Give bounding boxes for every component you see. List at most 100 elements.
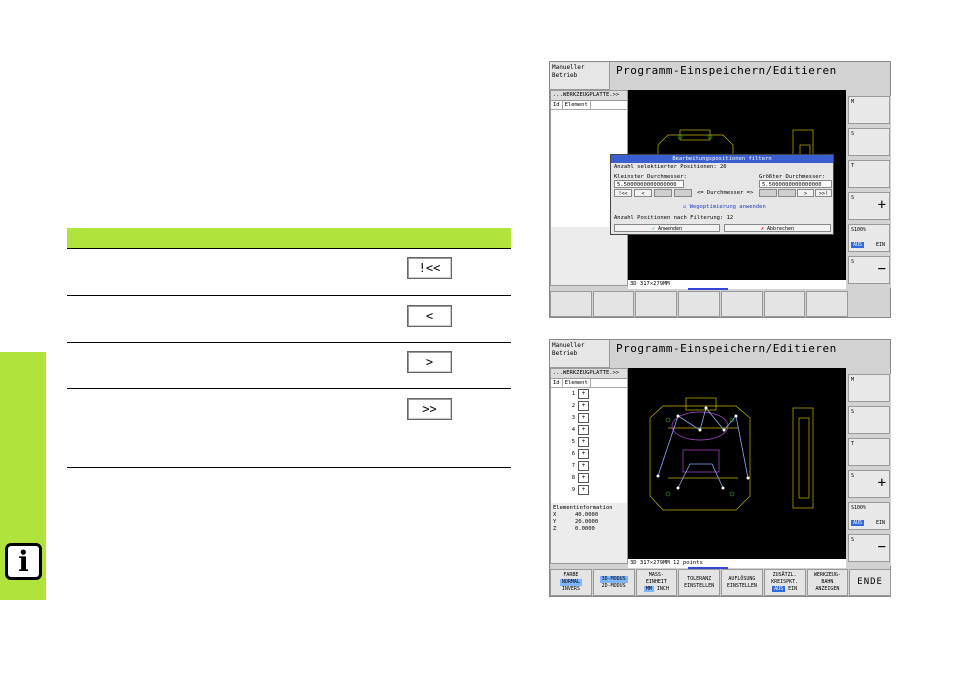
softkey-mass-einheit[interactable]: MASS- EINHEIT MM INCH bbox=[635, 569, 678, 596]
right-softkeys: M S T S + S100% AUS EIN S − bbox=[847, 374, 891, 566]
list-item[interactable]: 9 + bbox=[551, 484, 627, 496]
bottom-softkeys: FARBE NORMAL INVERS 3D-MODUS 2D-MODUS MASS-… bbox=[550, 569, 891, 596]
softkey-aufloesung[interactable]: AUFLÖSUNG EINSTELLEN bbox=[721, 569, 763, 596]
expand-icon: + bbox=[578, 449, 589, 459]
list-item[interactable]: 3 + bbox=[551, 412, 627, 424]
check-icon: ☑ bbox=[683, 204, 690, 210]
drawing-svg bbox=[649, 397, 814, 511]
list-item[interactable]: 1 + bbox=[551, 388, 627, 400]
cancel-button[interactable]: ✗ Abbrechen bbox=[724, 224, 831, 232]
dialog-title: Bearbeitungspositionen filtern bbox=[611, 155, 833, 163]
col-id: Id bbox=[551, 101, 563, 109]
softkey-empty-1[interactable] bbox=[550, 291, 592, 317]
softkey-ende[interactable]: ENDE bbox=[849, 569, 891, 596]
mode-label: Manueller Betrieb bbox=[550, 340, 610, 368]
col-id: Id bbox=[551, 379, 563, 387]
softkey-empty-5[interactable] bbox=[720, 291, 763, 317]
list-item[interactable]: 4 + bbox=[551, 424, 627, 436]
max-prev-button[interactable] bbox=[778, 189, 796, 197]
status-bar: 3D 317×279MM bbox=[628, 280, 846, 289]
filtered-count-label: Anzahl Positionen nach Filterung: 12 bbox=[614, 215, 734, 221]
softkey-farbe[interactable]: FARBE NORMAL INVERS bbox=[550, 569, 592, 596]
softkey-empty-2[interactable] bbox=[592, 291, 635, 317]
softkey-s-plus[interactable]: S + bbox=[848, 470, 890, 498]
expand-icon: + bbox=[578, 389, 589, 399]
diameter-label: <= Durchmesser => bbox=[697, 190, 754, 196]
softkey-mode[interactable]: 3D-MODUS 2D-MODUS bbox=[592, 569, 635, 596]
table-header bbox=[67, 228, 511, 248]
softkey-empty-7[interactable] bbox=[806, 291, 849, 317]
softkey-s-minus[interactable]: S − bbox=[848, 534, 890, 562]
softkey-s100[interactable]: S100% AUS EIN bbox=[848, 224, 890, 252]
min-first-button[interactable]: !<< bbox=[614, 189, 632, 197]
col-element: Element bbox=[563, 379, 591, 387]
tree-rows: 1 + 2 + 3 + 4 + 5 + 6 + 7 + 8 + 9 + bbox=[551, 388, 627, 496]
expand-icon: + bbox=[578, 437, 589, 447]
max-last-button[interactable]: >>! bbox=[815, 189, 832, 197]
softkey-t[interactable]: T bbox=[848, 160, 890, 188]
info-row: Y 20.0000 bbox=[553, 519, 599, 525]
info-title: Elementinformation bbox=[553, 505, 613, 511]
status-bar: 3D 317×279MM 12 points bbox=[628, 559, 846, 568]
list-item[interactable]: 8 + bbox=[551, 472, 627, 484]
element-tree[interactable]: ...WERKZEUGPLATTE.>> Id Element 1 + 2 + 3 + … bbox=[550, 368, 628, 564]
softkey-toleranz[interactable]: TOLERANZ EINSTELLEN bbox=[678, 569, 720, 596]
min-next-button[interactable] bbox=[654, 189, 672, 197]
next-position-button[interactable]: > bbox=[407, 351, 452, 373]
softkey-s-minus[interactable]: S − bbox=[848, 256, 890, 284]
expand-icon: + bbox=[578, 401, 589, 411]
softkey-empty-6[interactable] bbox=[763, 291, 806, 317]
max-diameter-field[interactable]: 5.5000000000000000 bbox=[759, 180, 832, 188]
softkey-kreispunkt[interactable]: ZUSÄTZL. KREISPKT. AUS EIN bbox=[763, 569, 806, 596]
row-divider bbox=[67, 388, 511, 389]
previous-position-button[interactable]: < bbox=[407, 305, 452, 327]
mode-label: Manueller Betrieb bbox=[550, 62, 610, 90]
list-item[interactable]: 7 + bbox=[551, 460, 627, 472]
softkey-m[interactable]: M bbox=[848, 96, 890, 124]
row-divider bbox=[67, 248, 511, 249]
info-row: X 40.0000 bbox=[553, 512, 599, 518]
info-row: Z 0.0000 bbox=[553, 526, 595, 532]
softkey-m[interactable]: M bbox=[848, 374, 890, 402]
list-item[interactable]: 2 + bbox=[551, 400, 627, 412]
tool-path bbox=[657, 407, 749, 489]
bottom-softkeys bbox=[550, 291, 849, 317]
screenshot-1: Manueller Betrieb Programm-Einspeichern/… bbox=[549, 61, 891, 318]
list-item[interactable]: 5 + bbox=[551, 436, 627, 448]
expand-icon: + bbox=[578, 485, 589, 495]
first-position-button[interactable]: !<< bbox=[407, 257, 452, 279]
apply-button[interactable]: ✓ Anwenden bbox=[614, 224, 720, 232]
expand-icon: + bbox=[578, 461, 589, 471]
workpiece-outline bbox=[649, 397, 814, 511]
expand-icon: + bbox=[578, 413, 589, 423]
softkey-s100[interactable]: S100% AUS EIN bbox=[848, 502, 890, 530]
expand-icon: + bbox=[578, 425, 589, 435]
expand-icon: + bbox=[578, 473, 589, 483]
contour-outline bbox=[671, 411, 729, 473]
last-position-button[interactable]: >> bbox=[407, 398, 452, 420]
softkey-s[interactable]: S bbox=[848, 406, 890, 434]
graphic-view[interactable] bbox=[628, 368, 846, 559]
selected-count-label: Anzahl selektierter Positionen: 26 bbox=[614, 164, 727, 170]
softkey-s-plus[interactable]: S + bbox=[848, 192, 890, 220]
optimize-checkbox[interactable]: ☑ Wegoptimierung anwenden bbox=[683, 204, 766, 210]
cross-icon: ✗ bbox=[760, 226, 764, 232]
min-diameter-field[interactable]: 5.5000000000000000 bbox=[614, 180, 684, 188]
filter-dialog: Bearbeitungspositionen filtern Anzahl se… bbox=[610, 154, 834, 235]
softkey-empty-3[interactable] bbox=[635, 291, 678, 317]
check-mark-icon: ✓ bbox=[651, 226, 655, 232]
softkey-s[interactable]: S bbox=[848, 128, 890, 156]
softkey-t[interactable]: T bbox=[848, 438, 890, 466]
col-element: Element bbox=[563, 101, 591, 109]
screen-title: Programm-Einspeichern/Editieren bbox=[616, 342, 837, 355]
list-item[interactable]: 6 + bbox=[551, 448, 627, 460]
min-last-button[interactable] bbox=[674, 189, 692, 197]
max-next-button[interactable]: > bbox=[797, 189, 814, 197]
max-first-button[interactable] bbox=[759, 189, 777, 197]
min-prev-button[interactable]: < bbox=[634, 189, 652, 197]
row-divider bbox=[67, 342, 511, 343]
softkey-empty-4[interactable] bbox=[678, 291, 720, 317]
softkey-werkzeugbahn[interactable]: WERKZEUG- BAHN ANZEIGEN bbox=[806, 569, 849, 596]
element-info: Elementinformation X 40.0000 Y 20.0000 Z 0.… bbox=[551, 503, 627, 563]
optimize-label: Wegoptimierung anwenden bbox=[689, 204, 766, 210]
